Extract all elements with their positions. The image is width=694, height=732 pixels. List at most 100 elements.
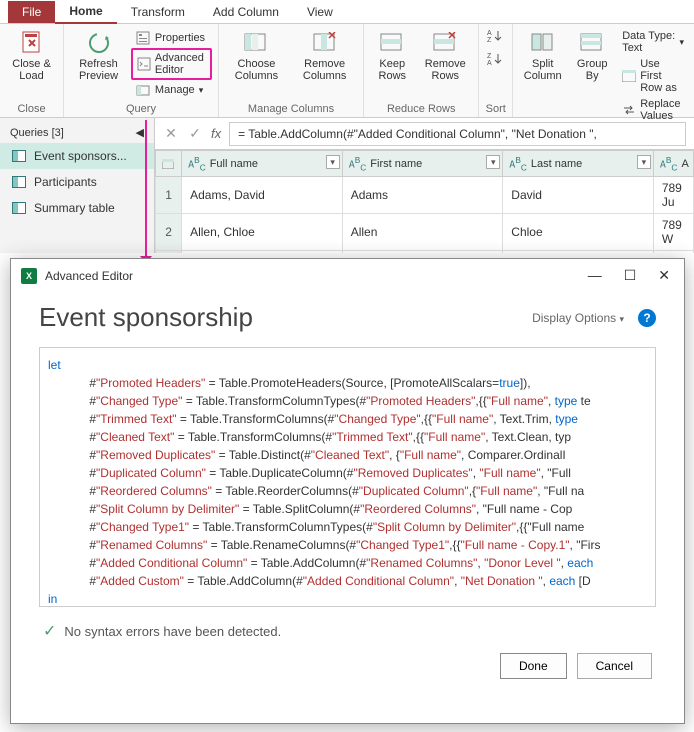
close-button[interactable]: ✕ [654, 265, 674, 286]
close-load-label: Close & Load [10, 58, 53, 82]
table-icon [12, 150, 26, 162]
col-header-firstname[interactable]: ABCFirst name▾ [342, 151, 503, 177]
queries-header[interactable]: Queries [3] ◀ [0, 122, 154, 143]
dialog-title: Advanced Editor [45, 269, 133, 283]
table-row[interactable]: 2Allen, ChloeAllenChloe789 W [156, 214, 694, 251]
tab-home[interactable]: Home [55, 0, 116, 24]
tab-transform[interactable]: Transform [117, 1, 199, 23]
check-icon: ✓ [43, 621, 56, 641]
split-column-button[interactable]: Split Column [519, 28, 566, 84]
close-load-button[interactable]: Close & Load [6, 28, 57, 84]
keep-rows-icon [379, 30, 405, 56]
col-header-fullname[interactable]: ABCFull name▾ [182, 151, 343, 177]
svg-text:Z: Z [487, 37, 492, 44]
cancel-button[interactable]: Cancel [577, 653, 652, 679]
group-reduce-rows-label: Reduce Rows [370, 101, 472, 115]
group-manage-columns-label: Manage Columns [225, 101, 357, 115]
filter-icon[interactable]: ▾ [326, 155, 340, 169]
ribbon: Close & Load Close Refresh Preview Prope… [0, 24, 694, 118]
query-summary-table[interactable]: Summary table [0, 195, 154, 221]
code-editor[interactable]: let #"Promoted Headers" = Table.PromoteH… [39, 347, 656, 607]
remove-columns-label: Remove Columns [296, 58, 353, 82]
advanced-editor-icon [137, 56, 151, 72]
sort-asc-button[interactable]: AZ [487, 28, 505, 47]
refresh-label: Refresh Preview [74, 58, 123, 82]
table-row[interactable]: 1Adams, DavidAdamsDavid789 Ju [156, 177, 694, 214]
collapse-icon[interactable]: ◀ [136, 126, 144, 139]
properties-button[interactable]: Properties [131, 28, 212, 48]
annotation-arrow [145, 120, 147, 260]
help-icon[interactable]: ? [638, 309, 656, 327]
syntax-status: ✓ No syntax errors have been detected. [39, 607, 656, 645]
formula-input[interactable]: = Table.AddColumn(#"Added Conditional Co… [229, 122, 686, 146]
tab-file[interactable]: File [8, 1, 55, 23]
dialog-titlebar: X Advanced Editor — ☐ ✕ [11, 259, 684, 292]
remove-columns-icon [312, 30, 338, 56]
filter-icon[interactable]: ▾ [637, 155, 651, 169]
filter-icon[interactable]: ▾ [486, 155, 500, 169]
display-options-button[interactable]: Display Options ▾ [532, 311, 624, 325]
choose-columns-icon [243, 30, 269, 56]
col-header-partial[interactable]: ABCA [653, 151, 693, 177]
data-grid-area: ✕ ✓ fx = Table.AddColumn(#"Added Conditi… [155, 118, 694, 253]
group-query-label: Query [70, 101, 212, 115]
advanced-editor-label: Advanced Editor [155, 52, 206, 76]
group-close-label: Close [6, 101, 57, 115]
sort-desc-button[interactable]: ZA [487, 51, 505, 70]
svg-text:A: A [487, 60, 492, 67]
cancel-icon[interactable]: ✕ [163, 126, 179, 142]
accept-icon[interactable]: ✓ [187, 126, 203, 142]
split-column-label: Split Column [523, 58, 562, 82]
fx-icon[interactable]: fx [211, 126, 221, 141]
choose-columns-label: Choose Columns [229, 58, 284, 82]
manage-label: Manage [155, 84, 195, 96]
keep-rows-button[interactable]: Keep Rows [370, 28, 414, 84]
formula-bar: ✕ ✓ fx = Table.AddColumn(#"Added Conditi… [155, 118, 694, 150]
manage-button[interactable]: Manage ▾ [131, 80, 212, 100]
refresh-icon [86, 30, 112, 56]
queries-panel: Queries [3] ◀ Event sponsors... Particip… [0, 118, 155, 253]
tab-view[interactable]: View [293, 1, 347, 23]
remove-rows-label: Remove Rows [422, 58, 468, 82]
query-participants[interactable]: Participants [0, 169, 154, 195]
query-event-sponsors[interactable]: Event sponsors... [0, 143, 154, 169]
group-sort-label: Sort [485, 101, 506, 115]
replace-icon [622, 102, 636, 118]
minimize-button[interactable]: — [584, 265, 606, 286]
group-by-button[interactable]: Group By [570, 28, 614, 84]
advanced-editor-dialog: X Advanced Editor — ☐ ✕ Event sponsorshi… [10, 258, 685, 724]
properties-icon [135, 30, 151, 46]
refresh-preview-button[interactable]: Refresh Preview [70, 28, 127, 84]
ribbon-tabs: File Home Transform Add Column View [0, 0, 694, 24]
table-icon [12, 176, 26, 188]
status-text: No syntax errors have been detected. [64, 624, 281, 639]
query-name-heading: Event sponsorship [39, 302, 253, 333]
advanced-editor-button[interactable]: Advanced Editor [131, 48, 212, 80]
first-row-icon [622, 68, 636, 84]
properties-label: Properties [155, 32, 205, 44]
query-label: Event sponsors... [34, 149, 127, 163]
svg-text:Z: Z [487, 53, 492, 60]
query-label: Summary table [34, 201, 115, 215]
table-icon [12, 202, 26, 214]
remove-columns-button[interactable]: Remove Columns [292, 28, 357, 84]
maximize-button[interactable]: ☐ [620, 265, 641, 286]
data-type-button[interactable]: Data Type: Text ▾ [618, 28, 688, 56]
group-by-icon [579, 30, 605, 56]
query-label: Participants [34, 175, 97, 189]
split-column-icon [530, 30, 556, 56]
queries-count-label: Queries [3] [10, 127, 64, 139]
data-type-label: Data Type: Text [622, 30, 675, 54]
close-load-icon [19, 30, 45, 56]
choose-columns-button[interactable]: Choose Columns [225, 28, 288, 84]
table-row[interactable]: 3Anderson, MichaelAndersonMichael89 Bir [156, 251, 694, 253]
corner-cell[interactable] [156, 151, 182, 177]
done-button[interactable]: Done [500, 653, 567, 679]
remove-rows-button[interactable]: Remove Rows [418, 28, 472, 84]
group-by-label: Group By [574, 58, 610, 82]
excel-icon: X [21, 268, 37, 284]
tab-add-column[interactable]: Add Column [199, 1, 293, 23]
first-row-label: Use First Row as [640, 58, 684, 94]
col-header-lastname[interactable]: ABCLast name▾ [503, 151, 654, 177]
first-row-headers-button[interactable]: Use First Row as [618, 56, 688, 96]
